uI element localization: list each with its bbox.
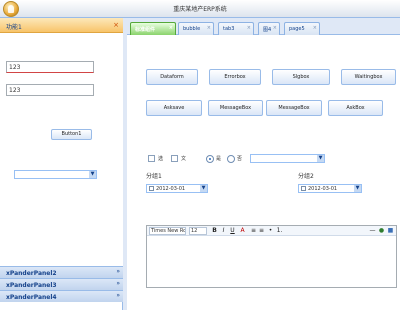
editor-content-area[interactable] [147,236,396,287]
slgbox-button[interactable]: Slgbox [272,69,330,85]
italic-icon[interactable]: I [220,227,227,235]
messagebox-button-2[interactable]: MessageBox [266,100,322,116]
horizontal-rule-icon[interactable]: — [369,227,376,235]
date-group-1-label: 分组1 [146,173,162,180]
accordion-body: 123 123 Button1 ▼ [0,33,123,283]
button1[interactable]: Button1 [51,129,92,140]
checkbox-2-label: 文 [181,156,187,162]
accordion-item-panel4[interactable]: xPanderPanel4 » [0,290,123,302]
font-size-select[interactable]: 12 [189,227,207,235]
numbered-list-icon[interactable]: 1. [276,227,283,235]
chevron-down-icon[interactable]: ▼ [317,155,324,162]
radio-2[interactable] [227,155,235,163]
tab-standard[interactable]: 标准组件 × [130,22,176,35]
tab-3[interactable]: tab3 × [218,22,254,35]
bullet-list-icon[interactable]: • [267,227,274,235]
underline-icon[interactable]: U [229,227,236,235]
askbox-button[interactable]: AskBox [328,100,383,116]
messagebox-button-1[interactable]: MessageBox [208,100,263,116]
tab-label: tab3 [223,26,235,32]
combo-box-left[interactable]: ▼ [14,170,97,179]
link-icon[interactable]: ● [378,227,385,235]
radio-1[interactable] [206,155,214,163]
close-icon[interactable]: × [313,25,317,31]
tab-label: 标准组件 [135,27,156,33]
main-tab-panel: 标准组件 × bubble × tab3 × 图4 × page5 × Data… [127,18,400,310]
window-titlebar: 重庆某地产ERP系统 [0,0,400,18]
checkbox-1-label: 选 [158,156,164,162]
tab-strip: 标准组件 × bubble × tab3 × 图4 × page5 × [127,18,400,35]
chevron-down-icon: » [116,268,120,275]
tab-label: page5 [289,26,305,32]
tab-label: bubble [183,26,201,32]
close-icon[interactable]: × [113,21,119,29]
chevron-down-icon[interactable]: ▼ [200,185,207,192]
accordion-item-label: xPanderPanel3 [6,282,57,289]
checkbox-icon [149,186,154,191]
accordion-item-panel3[interactable]: xPanderPanel3 » [0,278,123,290]
errorbox-button[interactable]: Errorbox [209,69,261,85]
waitingbox-button[interactable]: Waitingbox [341,69,396,85]
close-icon[interactable]: × [273,25,277,31]
checkbox-icon [301,186,306,191]
window-title: 重庆某地产ERP系统 [173,6,227,13]
accordion-item-panel2[interactable]: xPanderPanel2 » [0,266,123,278]
tab-4[interactable]: 图4 × [258,22,280,35]
chevron-down-icon: » [116,292,120,299]
accordion-header-active[interactable]: 功能1 × [0,18,123,33]
text-input-1[interactable]: 123 [6,61,94,73]
close-icon[interactable]: × [247,25,251,31]
chevron-down-icon: » [116,280,120,287]
combo-box-right[interactable]: ▼ [250,154,325,163]
chevron-down-icon[interactable]: ▼ [89,171,96,178]
date-picker-1[interactable]: 2012-03-01 ▼ [146,184,208,193]
html-editor: Times New Roman 12 B I U A ≡ ≡ • 1. — ● … [146,225,397,288]
dataform-button[interactable]: Dataform [146,69,198,85]
font-color-icon[interactable]: A [239,227,246,235]
chevron-down-icon[interactable]: ▼ [354,185,361,192]
asksave-button[interactable]: Asksave [146,100,202,116]
accordion-header-title: 功能1 [6,24,22,31]
bold-icon[interactable]: B [211,227,218,235]
date-group-2-label: 分组2 [298,173,314,180]
close-icon[interactable]: × [207,25,211,31]
align-left-icon[interactable]: ≡ [250,227,257,235]
accordion-panel: 功能1 × 123 123 Button1 ▼ xPanderPanel2 » … [0,18,123,310]
text-input-2[interactable]: 123 [6,84,94,96]
checkbox-1[interactable] [148,155,155,162]
accordion-item-label: xPanderPanel2 [6,270,57,277]
date-value-2: 2012-03-01 [308,186,338,192]
accordion-item-label: xPanderPanel4 [6,294,57,301]
font-family-select[interactable]: Times New Roman [149,227,186,235]
align-center-icon[interactable]: ≡ [258,227,265,235]
close-icon[interactable]: × [169,25,173,31]
editor-toolbar: Times New Roman 12 B I U A ≡ ≡ • 1. — ● … [147,226,396,236]
tab-label: 图4 [263,27,272,33]
date-picker-2[interactable]: 2012-03-01 ▼ [298,184,362,193]
radio-1-label: 是 [216,156,222,162]
radio-2-label: 否 [237,156,243,162]
date-value-1: 2012-03-01 [156,186,186,192]
tab-bubble[interactable]: bubble × [178,22,214,35]
checkbox-2[interactable] [171,155,178,162]
tab-5[interactable]: page5 × [284,22,320,35]
image-icon[interactable]: ■ [387,227,394,235]
